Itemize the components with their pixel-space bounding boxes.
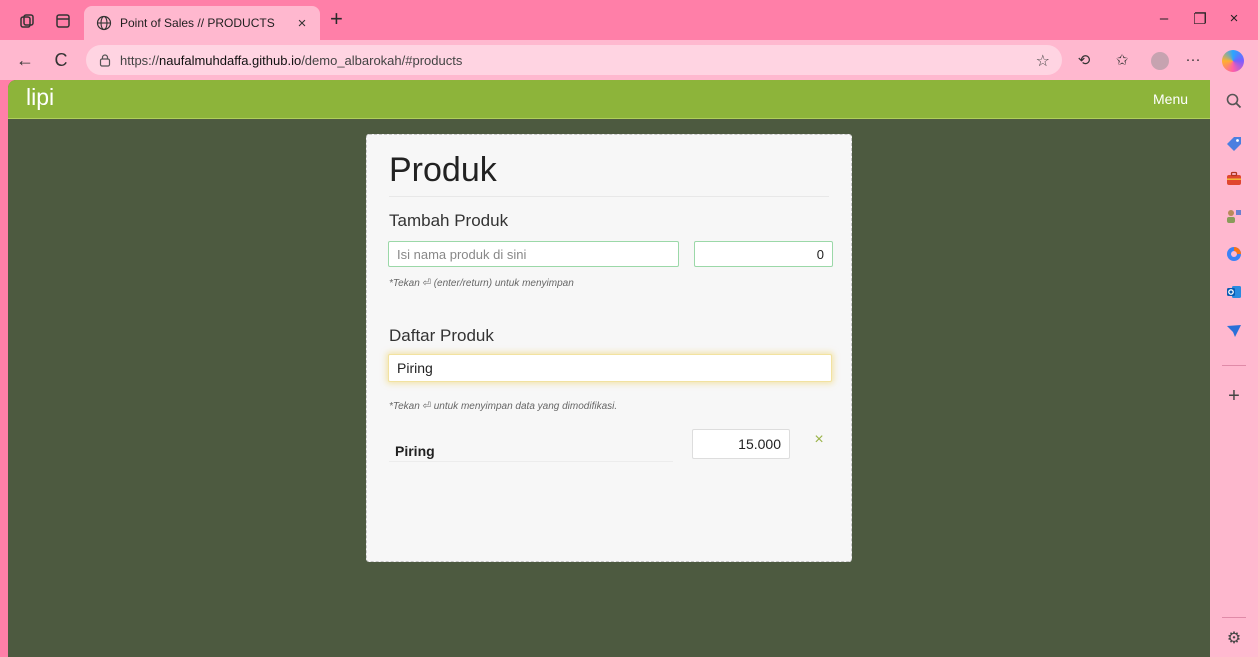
menu-button[interactable]: Menu [1153,91,1188,107]
favorite-star-icon[interactable]: ☆ [1036,51,1050,71]
games-icon[interactable] [1225,207,1243,225]
reload-icon[interactable]: C [50,50,72,70]
globe-icon [96,15,112,31]
tab-title: Point of Sales // PRODUCTS [120,16,275,30]
send-icon[interactable] [1225,322,1243,340]
profile-avatar[interactable] [1151,52,1169,70]
add-sidebar-app-icon[interactable]: + [1224,385,1244,408]
product-list-heading: Daftar Produk [389,326,494,345]
page-title: Produk [389,151,497,189]
workspaces-icon[interactable] [16,10,38,32]
add-hint: *Tekan ⏎ (enter/return) untuk menyimpan [389,278,574,289]
brand-logo[interactable]: lipi [26,84,54,111]
edge-sidebar: + ⚙ [1210,80,1258,657]
url-text: https://naufalmuhdaffa.github.io/demo_al… [120,52,463,68]
add-product-heading: Tambah Produk [389,211,509,230]
product-name-input[interactable] [388,241,679,267]
products-card: Produk Tambah Produk *Tekan ⏎ (enter/ret… [366,134,852,562]
delete-item-icon[interactable]: × [811,431,827,449]
page-viewport: lipi Menu Produk Tambah Produk *Tekan ⏎ … [8,80,1210,657]
outlook-icon[interactable] [1225,283,1243,301]
back-icon[interactable]: ← [14,50,36,70]
extensions-icon[interactable]: ⟲ [1074,51,1094,69]
favorites-icon[interactable]: ✩ [1112,51,1132,69]
list-item-name: Piring [395,443,435,459]
close-window-icon[interactable]: × [1222,10,1246,27]
url-field[interactable]: https://naufalmuhdaffa.github.io/demo_al… [86,45,1062,75]
site-info-icon[interactable] [98,53,112,67]
search-icon[interactable] [1225,92,1243,110]
new-tab-icon[interactable]: + [330,8,343,30]
copilot-icon[interactable] [1225,245,1243,263]
tab-bar: Point of Sales // PRODUCTS × + – ❐ × [0,0,1258,40]
product-price-input[interactable] [694,241,833,267]
address-bar: ← C https://naufalmuhdaffa.github.io/dem… [0,40,1258,80]
minimize-icon[interactable]: – [1152,10,1176,27]
copilot-icon[interactable] [1222,50,1244,72]
more-icon[interactable]: ··· [1183,51,1203,68]
list-item[interactable]: Piring [389,425,673,462]
app-header: lipi Menu [8,80,1210,119]
edit-hint: *Tekan ⏎ untuk menyimpan data yang dimod… [389,401,618,412]
tab-close-icon[interactable]: × [292,15,312,32]
list-item-price-input[interactable] [692,429,790,459]
title-divider [389,196,829,197]
sidebar-divider [1222,617,1246,618]
settings-gear-icon[interactable]: ⚙ [1224,628,1244,648]
sidebar-divider [1222,365,1246,366]
tab-products[interactable]: Point of Sales // PRODUCTS × [84,6,320,40]
briefcase-icon[interactable] [1225,170,1243,188]
restore-icon[interactable]: ❐ [1188,10,1212,28]
tag-icon[interactable] [1225,135,1243,153]
product-edit-input[interactable] [388,354,832,382]
tab-actions-icon[interactable] [52,10,74,32]
